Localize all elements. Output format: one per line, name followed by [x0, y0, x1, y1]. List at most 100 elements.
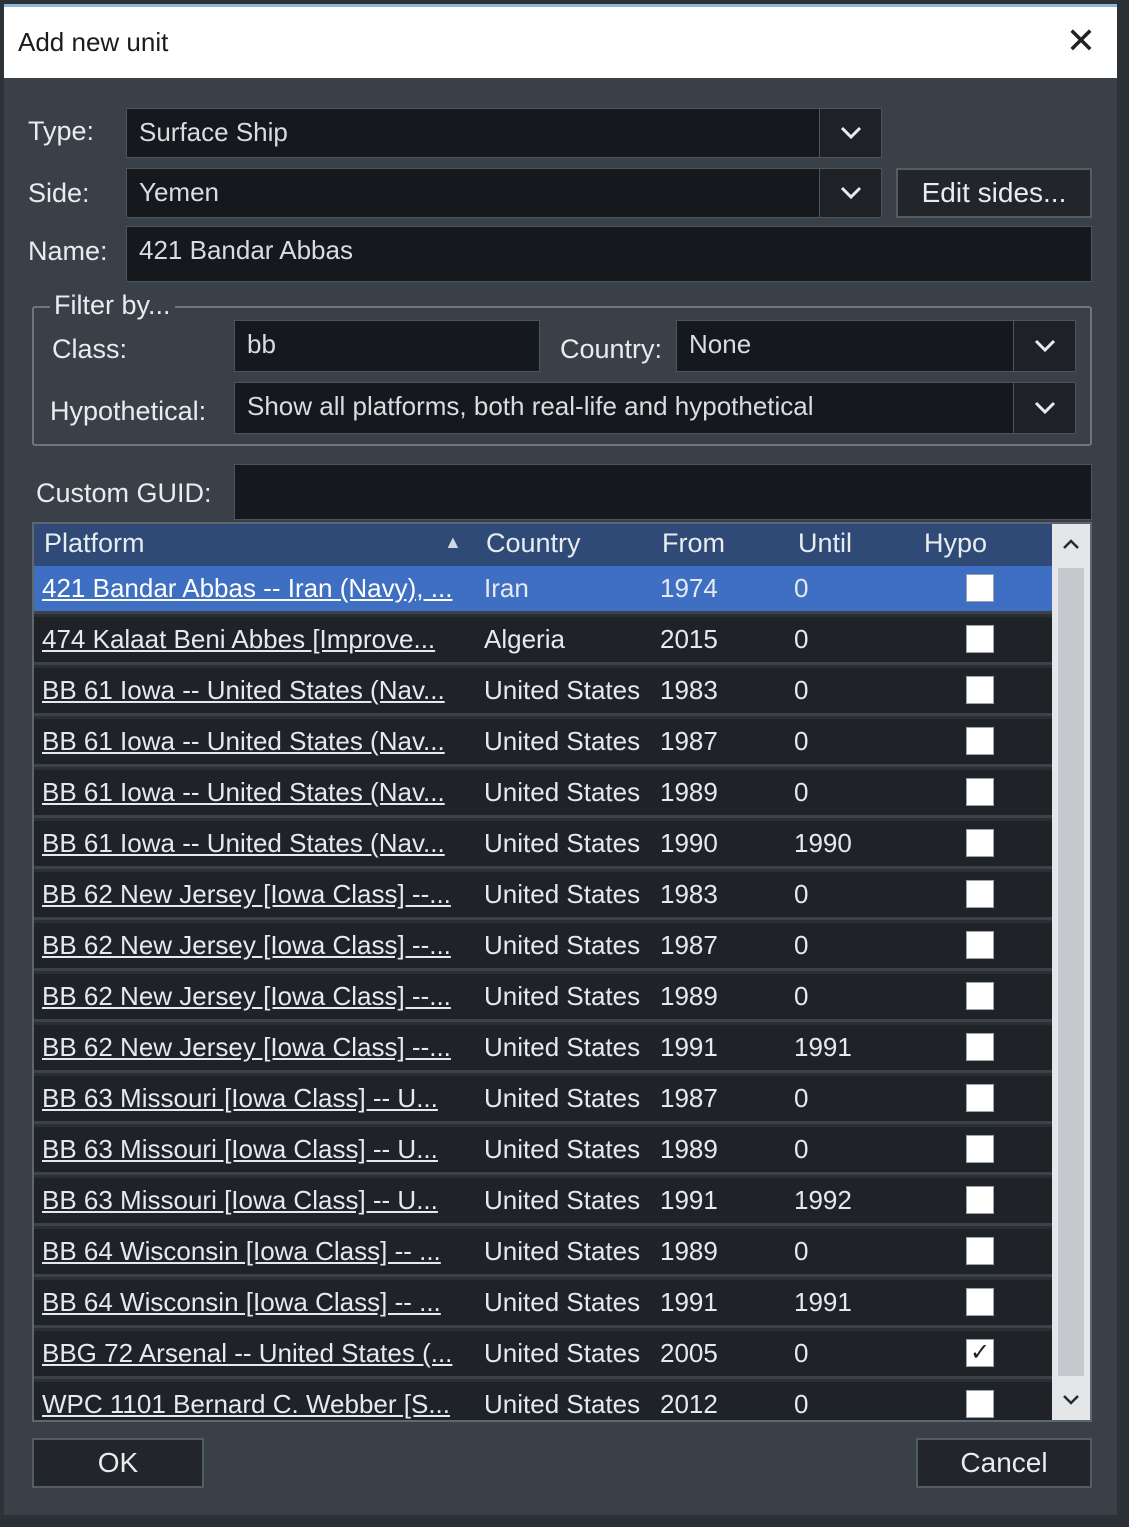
chevron-down-icon[interactable] — [1013, 383, 1075, 433]
cell-platform[interactable]: BB 63 Missouri [Iowa Class] -- U... — [42, 1083, 470, 1114]
cell-country: United States — [484, 1338, 641, 1368]
cell-from: 1974 — [660, 573, 718, 603]
cell-platform[interactable]: BB 62 New Jersey [Iowa Class] --... — [42, 930, 470, 961]
chevron-down-icon[interactable] — [819, 169, 881, 217]
hypo-checkbox[interactable] — [966, 625, 994, 653]
hypo-checkbox[interactable] — [966, 1033, 994, 1061]
table-row[interactable]: BB 63 Missouri [Iowa Class] -- U... Unite… — [34, 1178, 1052, 1226]
cell-until: 0 — [794, 675, 809, 705]
cell-platform[interactable]: BB 64 Wisconsin [Iowa Class] -- ... — [42, 1287, 470, 1318]
chevron-down-icon[interactable] — [1013, 321, 1075, 371]
cell-country: United States — [484, 726, 641, 756]
column-header-country[interactable]: Country — [486, 528, 581, 559]
name-input[interactable]: 421 Bandar Abbas — [126, 226, 1092, 282]
hypo-checkbox[interactable] — [966, 1186, 994, 1214]
table-row[interactable]: 421 Bandar Abbas -- Iran (Navy), ... Iran… — [34, 566, 1052, 614]
side-select[interactable]: Yemen — [126, 168, 882, 218]
column-header-platform[interactable]: Platform — [44, 528, 145, 559]
cell-until: 1991 — [794, 1032, 852, 1062]
vertical-scrollbar[interactable] — [1052, 524, 1090, 1420]
hypo-checkbox[interactable] — [966, 1288, 994, 1316]
guid-input[interactable] — [234, 464, 1092, 520]
hypo-checkbox[interactable]: ✓ — [966, 1339, 994, 1367]
cell-country: United States — [484, 1389, 641, 1419]
country-value: None — [689, 329, 752, 359]
column-header-from[interactable]: From — [662, 528, 725, 559]
scroll-up-icon[interactable] — [1052, 524, 1090, 564]
cell-country: Algeria — [484, 624, 565, 654]
table-row[interactable]: WPC 1101 Bernard C. Webber [S... United S… — [34, 1382, 1052, 1420]
title-bar: Add new unit ✕ — [4, 4, 1117, 78]
cell-from: 2005 — [660, 1338, 718, 1368]
edit-sides-button[interactable]: Edit sides... — [896, 168, 1092, 218]
country-select[interactable]: None — [676, 320, 1076, 372]
hypo-checkbox[interactable] — [966, 1084, 994, 1112]
type-select[interactable]: Surface Ship — [126, 108, 882, 158]
cell-platform[interactable]: WPC 1101 Bernard C. Webber [S... — [42, 1389, 470, 1420]
cell-platform[interactable]: BB 63 Missouri [Iowa Class] -- U... — [42, 1185, 470, 1216]
cell-until: 0 — [794, 624, 809, 654]
hypo-checkbox[interactable] — [966, 829, 994, 857]
platform-grid: Platform ▲ Country From Until Hypo 421 B… — [32, 522, 1092, 1422]
hypo-checkbox[interactable] — [966, 676, 994, 704]
hypo-checkbox[interactable] — [966, 1237, 994, 1265]
column-header-until[interactable]: Until — [798, 528, 852, 559]
cell-country: Iran — [484, 573, 529, 603]
table-row[interactable]: BB 61 Iowa -- United States (Nav... Unite… — [34, 770, 1052, 818]
cell-country: United States — [484, 879, 641, 909]
cell-platform[interactable]: 421 Bandar Abbas -- Iran (Navy), ... — [42, 573, 470, 604]
hypo-checkbox[interactable] — [966, 1390, 994, 1418]
cell-from: 1989 — [660, 1134, 718, 1164]
table-row[interactable]: 474 Kalaat Beni Abbes [Improve... Algeria… — [34, 617, 1052, 665]
table-row[interactable]: BB 64 Wisconsin [Iowa Class] -- ... Unite… — [34, 1229, 1052, 1277]
table-row[interactable]: BB 61 Iowa -- United States (Nav... Unite… — [34, 821, 1052, 869]
cell-platform[interactable]: BB 62 New Jersey [Iowa Class] --... — [42, 981, 470, 1012]
table-row[interactable]: BB 61 Iowa -- United States (Nav... Unite… — [34, 668, 1052, 716]
hypo-checkbox[interactable] — [966, 778, 994, 806]
chevron-down-icon[interactable] — [819, 109, 881, 157]
cell-platform[interactable]: BBG 72 Arsenal -- United States (... — [42, 1338, 470, 1369]
scroll-thumb[interactable] — [1058, 568, 1084, 1376]
hypo-checkbox[interactable] — [966, 727, 994, 755]
table-row[interactable]: BB 64 Wisconsin [Iowa Class] -- ... Unite… — [34, 1280, 1052, 1328]
cell-platform[interactable]: BB 62 New Jersey [Iowa Class] --... — [42, 1032, 470, 1063]
cell-from: 1990 — [660, 828, 718, 858]
cell-platform[interactable]: BB 61 Iowa -- United States (Nav... — [42, 828, 470, 859]
add-unit-dialog: Add new unit ✕ Type: Surface Ship Side: … — [0, 0, 1121, 1519]
cell-platform[interactable]: BB 64 Wisconsin [Iowa Class] -- ... — [42, 1236, 470, 1267]
hypo-checkbox[interactable] — [966, 931, 994, 959]
cell-country: United States — [484, 1083, 641, 1113]
cell-from: 1983 — [660, 879, 718, 909]
cell-from: 1991 — [660, 1287, 718, 1317]
cell-platform[interactable]: 474 Kalaat Beni Abbes [Improve... — [42, 624, 470, 655]
cell-from: 2015 — [660, 624, 718, 654]
cell-until: 0 — [794, 879, 809, 909]
table-row[interactable]: BB 62 New Jersey [Iowa Class] --... Unite… — [34, 1025, 1052, 1073]
hypothetical-select[interactable]: Show all platforms, both real-life and h… — [234, 382, 1076, 434]
cell-platform[interactable]: BB 61 Iowa -- United States (Nav... — [42, 777, 470, 808]
cell-from: 1991 — [660, 1185, 718, 1215]
table-row[interactable]: BB 61 Iowa -- United States (Nav... Unite… — [34, 719, 1052, 767]
class-input[interactable]: bb — [234, 320, 540, 372]
cell-from: 2012 — [660, 1389, 718, 1419]
close-icon[interactable]: ✕ — [1059, 19, 1103, 63]
table-row[interactable]: BB 62 New Jersey [Iowa Class] --... Unite… — [34, 923, 1052, 971]
hypo-checkbox[interactable] — [966, 574, 994, 602]
cell-platform[interactable]: BB 61 Iowa -- United States (Nav... — [42, 675, 470, 706]
hypo-checkbox[interactable] — [966, 982, 994, 1010]
table-row[interactable]: BB 62 New Jersey [Iowa Class] --... Unite… — [34, 974, 1052, 1022]
scroll-down-icon[interactable] — [1052, 1380, 1090, 1420]
cancel-button[interactable]: Cancel — [916, 1438, 1092, 1488]
hypo-checkbox[interactable] — [966, 880, 994, 908]
table-row[interactable]: BBG 72 Arsenal -- United States (... Unit… — [34, 1331, 1052, 1379]
table-row[interactable]: BB 62 New Jersey [Iowa Class] --... Unite… — [34, 872, 1052, 920]
ok-button[interactable]: OK — [32, 1438, 204, 1488]
hypo-checkbox[interactable] — [966, 1135, 994, 1163]
cell-platform[interactable]: BB 61 Iowa -- United States (Nav... — [42, 726, 470, 757]
cell-platform[interactable]: BB 63 Missouri [Iowa Class] -- U... — [42, 1134, 470, 1165]
table-row[interactable]: BB 63 Missouri [Iowa Class] -- U... Unite… — [34, 1076, 1052, 1124]
column-header-hypo[interactable]: Hypo — [924, 528, 987, 559]
cell-until: 0 — [794, 1338, 809, 1368]
table-row[interactable]: BB 63 Missouri [Iowa Class] -- U... Unite… — [34, 1127, 1052, 1175]
cell-platform[interactable]: BB 62 New Jersey [Iowa Class] --... — [42, 879, 470, 910]
